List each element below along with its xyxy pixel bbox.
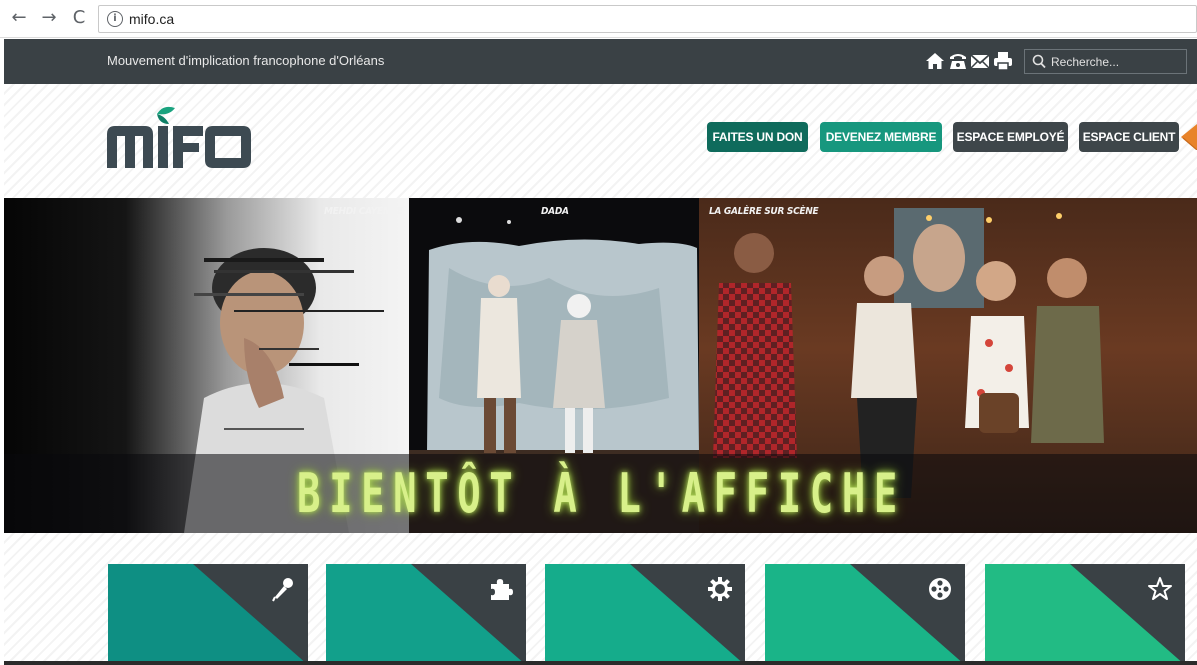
home-icon[interactable]: [925, 51, 945, 71]
card-puzzle[interactable]: [326, 564, 526, 665]
become-member-button[interactable]: DEVENEZ MEMBRE: [820, 122, 942, 152]
search-input[interactable]: [1051, 53, 1181, 71]
card-film-reel[interactable]: [765, 564, 965, 665]
reload-button[interactable]: C: [68, 7, 90, 29]
search-box[interactable]: [1024, 49, 1187, 74]
star-icon: [1148, 577, 1172, 600]
client-space-button[interactable]: ESPACE CLIENT: [1079, 122, 1179, 152]
search-icon[interactable]: [1032, 54, 1046, 69]
panel-label-dada: DADA: [541, 206, 569, 217]
info-icon[interactable]: i: [107, 11, 123, 27]
site-header: FAITES UN DON DEVENEZ MEMBRE ESPACE EMPL…: [4, 84, 1197, 198]
browser-toolbar: ← → C i mifo.ca: [0, 0, 1197, 38]
forward-arrow-icon: →: [41, 7, 57, 28]
organization-name: Mouvement d'implication francophone d'Or…: [107, 53, 385, 68]
puzzle-icon: [491, 579, 513, 600]
category-cards: [4, 533, 1197, 665]
card-microphone[interactable]: [108, 564, 308, 665]
employee-space-button[interactable]: ESPACE EMPLOYÉ: [953, 122, 1068, 152]
panel-label-galere: LA GALÈRE SUR SCÈNE: [709, 206, 819, 217]
featured-banner[interactable]: MEHDI CAYENNE DADA LA GALÈRE SUR SCÈNE B…: [4, 198, 1197, 533]
orange-tab-icon[interactable]: [1179, 124, 1197, 150]
bottom-edge: [4, 661, 1197, 665]
gear-icon: [708, 577, 732, 601]
film-reel-icon: [929, 578, 951, 600]
forward-button[interactable]: →: [38, 7, 60, 29]
panel-label-mehdi: MEHDI CAYENNE: [324, 206, 403, 217]
card-star[interactable]: [985, 564, 1185, 665]
back-button[interactable]: ←: [8, 7, 30, 29]
url-text[interactable]: mifo.ca: [129, 11, 174, 27]
microphone-icon: [272, 578, 293, 602]
donate-button[interactable]: FAITES UN DON: [707, 122, 808, 152]
print-icon[interactable]: [993, 51, 1013, 71]
phone-icon[interactable]: [948, 51, 968, 71]
top-bar: Mouvement d'implication francophone d'Or…: [4, 39, 1197, 84]
address-bar[interactable]: i mifo.ca: [98, 5, 1197, 33]
card-gear[interactable]: [545, 564, 745, 665]
banner-title: BIENTÔT À L'AFFICHE: [297, 462, 906, 525]
mifo-logo[interactable]: [107, 104, 257, 174]
reload-icon: C: [72, 7, 86, 28]
back-arrow-icon: ←: [11, 7, 27, 28]
mail-icon[interactable]: [970, 51, 990, 71]
